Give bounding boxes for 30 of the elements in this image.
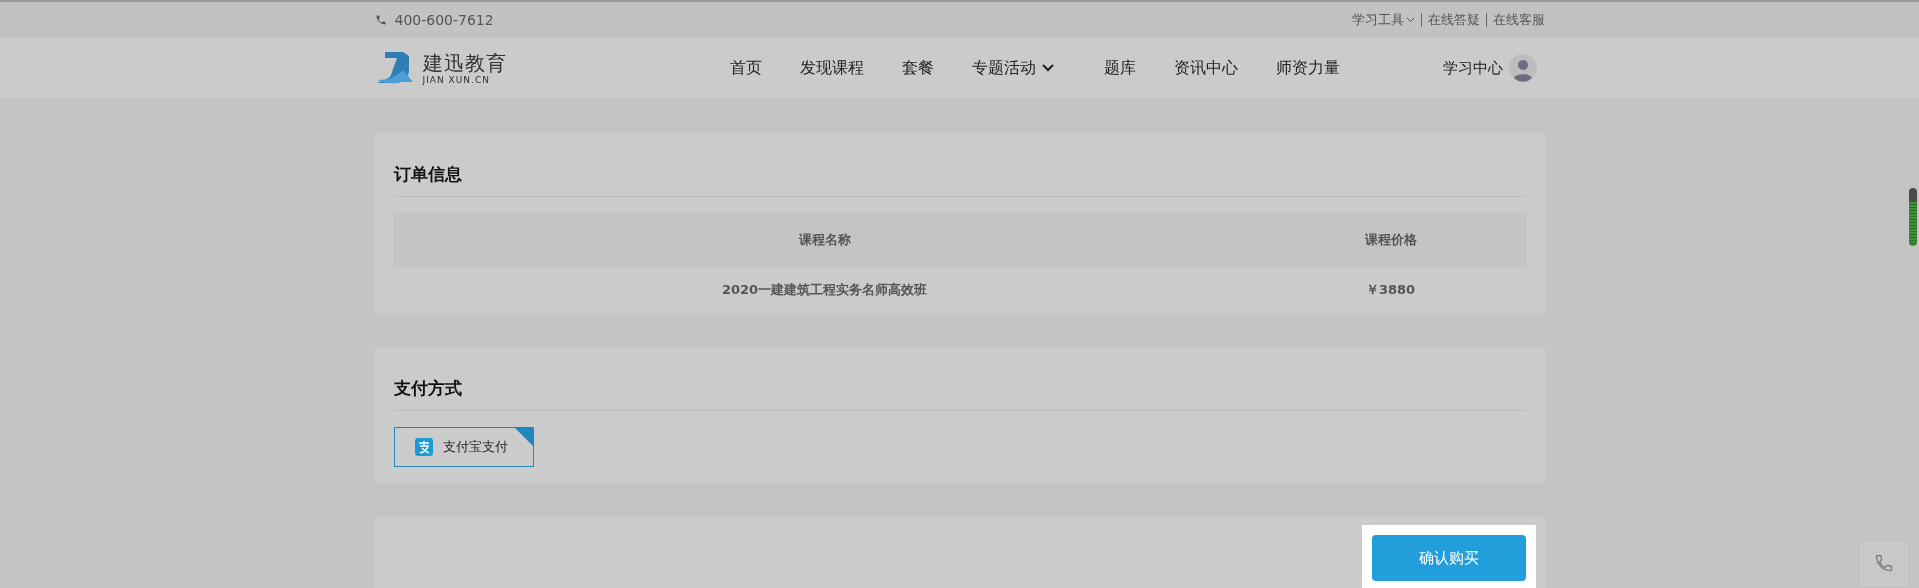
nav-link[interactable]: 资讯中心	[1173, 57, 1238, 79]
phone-icon	[1874, 553, 1894, 573]
scroll-indicator	[1909, 188, 1917, 246]
nav-link[interactable]: 首页	[729, 57, 762, 79]
top-link[interactable]: 学习工具	[1351, 11, 1415, 29]
avatar-icon[interactable]	[1508, 54, 1537, 82]
phone-icon	[374, 14, 387, 26]
nav-link[interactable]: 发现课程	[799, 57, 864, 79]
section-title: 支付方式	[393, 365, 1526, 411]
learning-center-link[interactable]: 学习中心	[1442, 58, 1503, 78]
top-link[interactable]: 在线客服	[1492, 11, 1545, 29]
chevron-down-icon	[1405, 17, 1415, 23]
nav-link[interactable]: 师资力量	[1275, 57, 1340, 79]
selected-corner-icon	[514, 428, 533, 446]
alipay-icon	[414, 438, 433, 456]
section-title: 订单信息	[393, 151, 1526, 197]
nav-link[interactable]: 专题活动	[971, 57, 1054, 79]
logo-subtitle: JIAN XUN.CN	[422, 75, 491, 85]
top-link[interactable]: 在线答疑	[1427, 11, 1480, 29]
table-cell-text: ￥3880	[1364, 281, 1417, 299]
phone-widget[interactable]	[1858, 540, 1910, 588]
column-header: 课程名称	[393, 213, 1256, 267]
nav-link[interactable]: 套餐	[901, 57, 934, 79]
chevron-down-icon	[1041, 64, 1054, 72]
nav-link[interactable]: 题库	[1103, 57, 1136, 79]
logo-name: 建迅教育	[422, 51, 507, 75]
phone-number: 400-600-7612	[374, 12, 494, 28]
payment-option[interactable]: 支付宝支付	[393, 427, 534, 467]
table-cell-text: 2020一建建筑工程实务名师高效班	[720, 281, 929, 299]
column-header: 课程价格	[1255, 213, 1526, 267]
